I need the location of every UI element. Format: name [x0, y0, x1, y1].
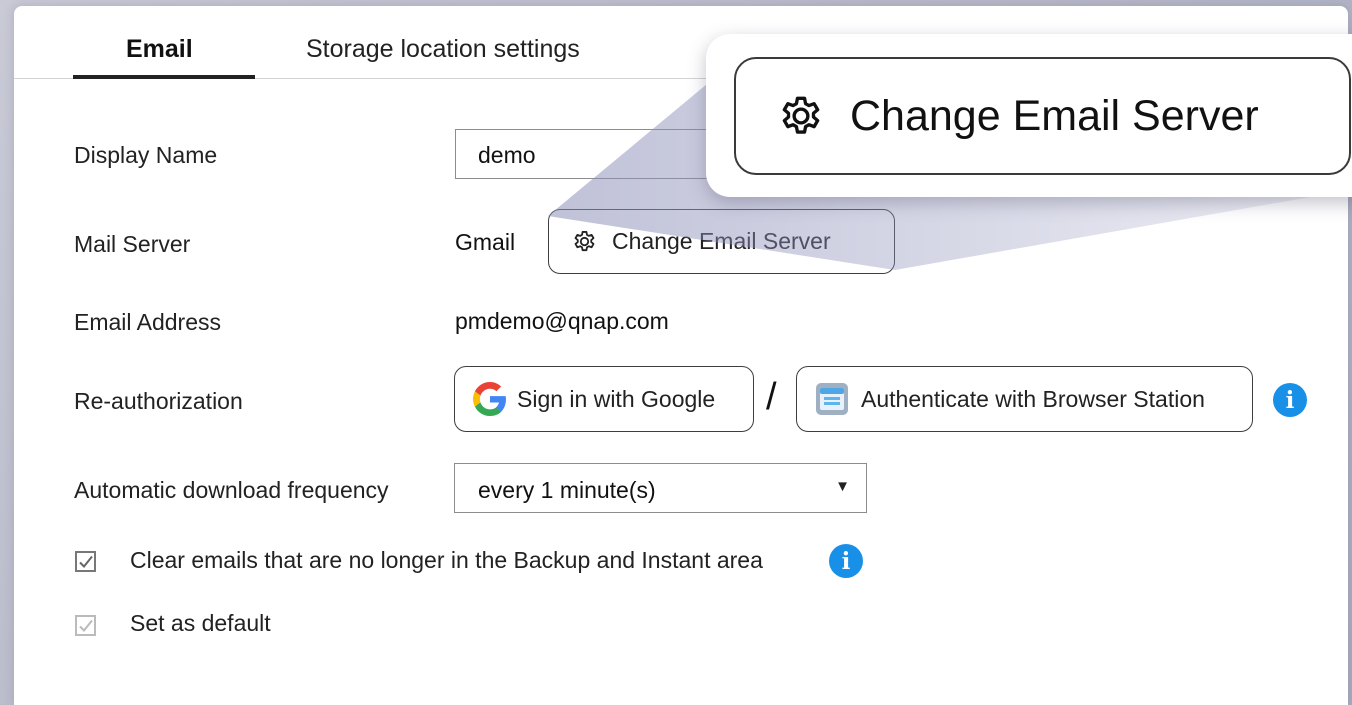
separator-slash: /	[766, 376, 777, 418]
email-address-value: pmdemo@qnap.com	[455, 308, 669, 334]
reauthorization-label: Re-authorization	[74, 388, 243, 414]
mail-server-value: Gmail	[455, 229, 516, 255]
download-frequency-label: Automatic download frequency	[74, 477, 389, 503]
display-name-label: Display Name	[74, 142, 218, 168]
tab-email[interactable]: Email	[126, 35, 193, 64]
caret-down-icon: ▼	[835, 478, 850, 495]
authenticate-browser-station-label: Authenticate with Browser Station	[861, 385, 1205, 412]
download-frequency-value: every 1 minute(s)	[478, 477, 656, 503]
info-icon[interactable]: i	[1273, 383, 1307, 417]
info-icon[interactable]: i	[829, 544, 863, 578]
google-icon	[473, 382, 506, 416]
clear-emails-checkbox[interactable]	[75, 551, 96, 572]
mail-server-label: Mail Server	[74, 231, 191, 257]
zoomed-change-email-server-label: Change Email Server	[850, 91, 1259, 140]
browser-station-icon	[816, 383, 848, 415]
set-default-label: Set as default	[130, 610, 271, 636]
zoomed-change-email-server-button[interactable]: Change Email Server	[734, 57, 1351, 175]
tab-storage-location-settings[interactable]: Storage location settings	[306, 35, 580, 64]
change-email-server-label: Change Email Server	[612, 228, 831, 254]
gear-icon	[574, 231, 595, 252]
authenticate-browser-station-button[interactable]: Authenticate with Browser Station	[796, 366, 1253, 432]
email-address-label: Email Address	[74, 309, 222, 335]
sign-in-with-google-button[interactable]: Sign in with Google	[454, 366, 754, 432]
sign-in-with-google-label: Sign in with Google	[517, 385, 716, 412]
checkmark-icon	[79, 555, 93, 568]
change-email-server-button[interactable]: Change Email Server	[548, 209, 895, 274]
clear-emails-label: Clear emails that are no longer in the B…	[130, 547, 763, 573]
active-tab-indicator	[73, 75, 255, 79]
checkmark-icon	[79, 619, 93, 632]
set-default-checkbox[interactable]	[75, 615, 96, 636]
gear-icon	[782, 96, 820, 134]
download-frequency-select[interactable]: every 1 minute(s) ▼	[454, 463, 867, 513]
